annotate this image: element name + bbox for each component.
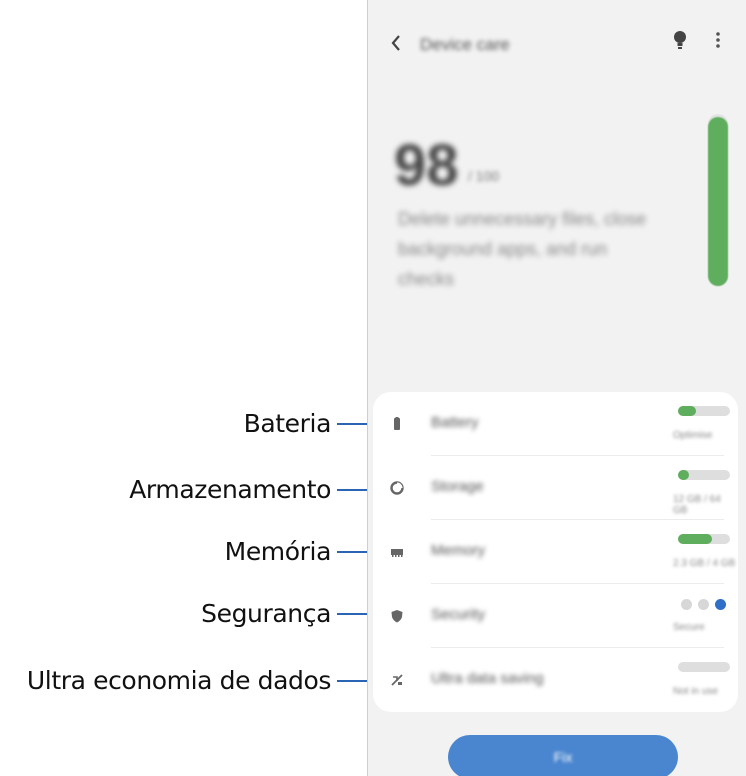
item-name: Battery: [431, 414, 479, 431]
item-name: Storage: [431, 478, 484, 495]
callout-ultra-data-saving: Ultra economia de dados: [0, 664, 395, 695]
more-vert-icon: [716, 32, 720, 48]
device-score: 98: [394, 133, 459, 198]
callout-storage: Armazenamento: [0, 473, 395, 504]
callout-memory: Memória: [0, 535, 395, 566]
item-name: Security: [431, 606, 486, 623]
item-status: 2.3 GB / 4 GB: [673, 558, 736, 569]
callout-label: Bateria: [243, 409, 332, 438]
status-dot-active: [715, 599, 726, 610]
level-fill: [678, 406, 697, 416]
data-saving-bar: [678, 662, 730, 672]
back-button[interactable]: [390, 32, 402, 58]
item-status: Optimise: [673, 430, 713, 441]
more-options-button[interactable]: [715, 30, 721, 54]
list-item-storage[interactable]: Storage 12 GB / 64 GB: [373, 456, 738, 520]
memory-icon: [391, 549, 403, 557]
callout-security: Segurança: [0, 597, 395, 628]
shield-icon: [391, 610, 403, 623]
status-dot: [698, 599, 709, 610]
chevron-left-icon: [391, 35, 400, 51]
list-item-security[interactable]: Security Secure: [373, 584, 738, 648]
callout-label: Memória: [224, 537, 332, 566]
data-saving-icon: [391, 674, 403, 686]
phone-screen: Device care 98 / 100 Delete unnecessary …: [367, 0, 746, 776]
callout-label: Ultra economia de dados: [26, 666, 331, 695]
level-fill: [678, 534, 712, 544]
status-dot: [681, 599, 692, 610]
score-description: Delete unnecessary files, close backgrou…: [398, 209, 647, 289]
security-status-dots: [681, 597, 732, 615]
battery-icon: [394, 417, 400, 430]
battery-level-bar: [678, 406, 730, 416]
tips-button[interactable]: [673, 30, 687, 52]
app-bar: Device care: [368, 18, 746, 68]
score-max: / 100: [468, 168, 500, 184]
callout-label: Armazenamento: [129, 475, 331, 504]
app-title: Device care: [420, 35, 510, 54]
score-section: 98 / 100 Delete unnecessary files, close…: [368, 100, 746, 310]
storage-icon: [390, 481, 404, 495]
item-name: Memory: [431, 542, 486, 559]
list-item-ultra-data-saving[interactable]: Ultra data saving Not in use: [373, 648, 738, 712]
callout-battery: Bateria: [0, 407, 395, 438]
storage-level-bar: [678, 470, 730, 480]
list-item-memory[interactable]: Memory 2.3 GB / 4 GB: [373, 520, 738, 584]
item-status: 12 GB / 64 GB: [673, 494, 721, 516]
callout-label: Segurança: [201, 599, 331, 628]
score-bar: [708, 114, 728, 286]
fix-button-label: Fix: [553, 749, 573, 765]
fix-button[interactable]: Fix: [448, 735, 678, 776]
memory-level-bar: [678, 534, 730, 544]
device-care-list: Battery Optimise Storage 12 GB / 64 GB M…: [373, 392, 738, 712]
list-item-battery[interactable]: Battery Optimise: [373, 392, 738, 456]
item-status: Secure: [673, 622, 705, 633]
item-status: Not in use: [673, 686, 719, 697]
score-bar-fill: [708, 117, 728, 286]
lightbulb-icon: [674, 31, 686, 49]
level-fill: [678, 470, 690, 480]
item-name: Ultra data saving: [431, 670, 544, 687]
